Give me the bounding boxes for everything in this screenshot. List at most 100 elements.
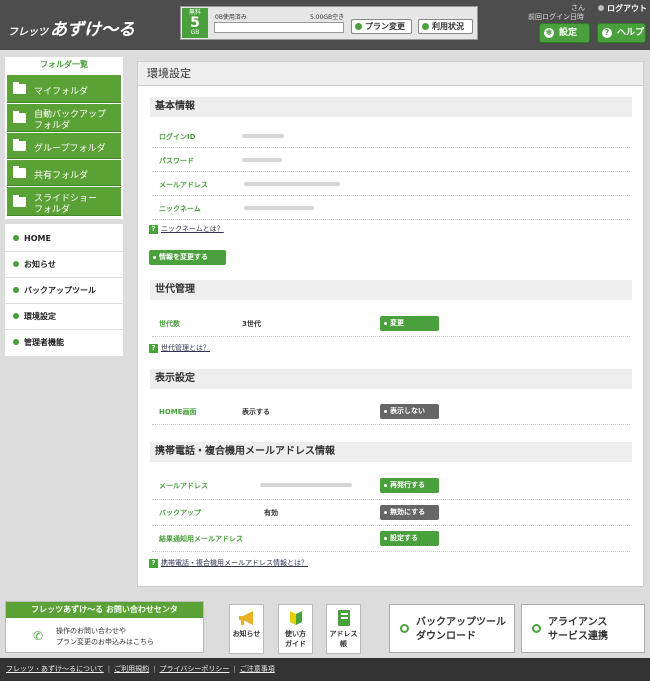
folder-list-title: フォルダ一覧: [40, 60, 88, 69]
beginner-mark-icon: [289, 611, 302, 625]
row-label: メールアドレス: [159, 482, 208, 490]
quota-progress-bar: [214, 22, 344, 33]
logo-main-text: あずけ〜る: [50, 20, 135, 40]
folder-icon: [13, 195, 26, 207]
help-label: ヘルプ: [617, 28, 645, 38]
plan-change-button[interactable]: プラン変更: [351, 19, 412, 34]
mobile-email-help-link[interactable]: ? 携帯電話・複合機用メールアドレス情報とは？: [149, 558, 308, 568]
bullet-icon: [13, 261, 19, 267]
settings-button[interactable]: ✱ 設定: [539, 23, 590, 43]
big-button-line-2: サービス連携: [548, 631, 608, 642]
folder-label: グループフォルダ: [34, 144, 106, 154]
help-button[interactable]: ? ヘルプ: [597, 23, 646, 43]
footer-separator: |: [233, 665, 236, 673]
big-button-line-2: ダウンロード: [416, 631, 476, 642]
menu-item-settings[interactable]: 環境設定: [5, 304, 123, 330]
section-generation: 世代管理: [148, 280, 632, 300]
menu-label: お知らせ: [24, 260, 56, 269]
question-icon: ?: [149, 225, 158, 234]
address-book-tile[interactable]: アドレス帳: [326, 604, 361, 654]
disable-backup-button[interactable]: 無効にする: [380, 505, 439, 520]
row-value: 有効: [264, 509, 278, 517]
menu-item-news[interactable]: お知らせ: [5, 252, 123, 278]
folder-auto-backup[interactable]: 自動バックアップ フォルダ: [7, 104, 121, 132]
contact-title: フレッツあずけ〜る お問い合わせセンタ: [6, 602, 203, 618]
button-label: 情報を変更する: [159, 253, 208, 261]
folder-icon: [13, 166, 26, 178]
folder-my[interactable]: マイフォルダ: [7, 75, 121, 103]
bullet-icon: [13, 287, 19, 293]
bullet-icon: [384, 537, 387, 540]
section-mobile-email: 携帯電話・複合機用メールアドレス情報: [148, 442, 632, 462]
logout-icon: [598, 5, 604, 11]
button-label: 無効にする: [390, 508, 426, 516]
reissue-button[interactable]: 再発行する: [380, 478, 439, 493]
menu-label: 管理者機能: [24, 338, 64, 347]
last-login: 前回ログイン日時: [528, 13, 584, 21]
footer-link-terms[interactable]: ご利用規約: [114, 665, 149, 673]
logout-link[interactable]: ログアウト: [598, 3, 647, 14]
row-password: パスワード: [152, 149, 630, 172]
arrow-circle-icon: [400, 624, 409, 633]
address-book-icon: [337, 610, 350, 626]
folder-label-2: フォルダ: [34, 121, 71, 131]
generation-help-link[interactable]: ? 世代管理とは？: [149, 343, 210, 353]
bullet-icon: [13, 339, 19, 345]
quota-badge-unit: GB: [190, 29, 200, 36]
news-tile[interactable]: お知らせ: [229, 604, 264, 654]
guide-tile[interactable]: 使い方 ガイド: [278, 604, 313, 654]
menu-item-backup-tool[interactable]: バックアップツール: [5, 278, 123, 304]
masked-value: [244, 182, 340, 186]
menu-label: HOME: [24, 234, 51, 243]
footer-links: フレッツ・あずけ〜るについて | ご利用規約 | プライバシーポリシー | ご注意事項: [6, 664, 279, 674]
logo[interactable]: フレッツ あずけ〜る: [8, 15, 135, 40]
button-label: 再発行する: [390, 481, 425, 489]
folder-shared[interactable]: 共有フォルダ: [7, 160, 121, 186]
megaphone-icon: [238, 611, 253, 625]
tile-label-2: 帳: [340, 640, 347, 648]
usage-status-button[interactable]: 利用状況: [418, 19, 473, 34]
plan-change-icon: [355, 23, 362, 30]
row-nickname: ニックネーム: [152, 197, 630, 220]
footer-link-privacy[interactable]: プライバシーポリシー: [160, 665, 230, 673]
set-notify-email-button[interactable]: 設定する: [380, 531, 439, 546]
folder-group[interactable]: グループフォルダ: [7, 133, 121, 159]
big-button-line-1: バックアップツール: [416, 617, 506, 628]
backup-tool-download-button[interactable]: バックアップツール ダウンロード: [389, 604, 515, 653]
usage-status-label: 利用状況: [432, 22, 464, 31]
row-email: メールアドレス: [152, 173, 630, 196]
change-generation-button[interactable]: 変更: [380, 316, 439, 331]
masked-value: [244, 206, 314, 210]
bullet-icon: [384, 511, 387, 514]
big-button-text: アライアンス サービス連携: [548, 616, 608, 644]
folder-slideshow[interactable]: スライドショー フォルダ: [7, 187, 121, 216]
masked-value: [260, 483, 352, 487]
bullet-icon: [384, 322, 387, 325]
menu-item-home[interactable]: HOME: [5, 226, 123, 252]
footer-link-about[interactable]: フレッツ・あずけ〜るについて: [6, 665, 104, 673]
menu-item-admin[interactable]: 管理者機能: [5, 330, 123, 356]
folder-icon: [13, 82, 26, 94]
row-value: 3世代: [242, 320, 261, 328]
logout-label: ログアウト: [607, 4, 647, 13]
row-label: バックアップ: [159, 509, 201, 517]
menu-label: バックアップツール: [24, 286, 96, 295]
quota-used: 0B使用済み: [215, 14, 247, 21]
hide-home-button[interactable]: 表示しない: [380, 404, 439, 419]
tile-label-2: ガイド: [285, 640, 306, 648]
logo-small-text: フレッツ: [8, 27, 48, 38]
contact-text: 操作のお問い合わせや プラン変更のお申込みはこちら: [56, 626, 154, 648]
alliance-service-button[interactable]: アライアンス サービス連携: [521, 604, 645, 653]
contact-line-1: 操作のお問い合わせや: [56, 627, 126, 635]
section-basic-info: 基本情報: [148, 97, 632, 117]
gear-icon: ✱: [544, 28, 554, 38]
row-value: 表示する: [242, 408, 270, 416]
help-text: 世代管理とは？: [161, 344, 210, 352]
arrow-circle-icon: [532, 624, 541, 633]
section-display: 表示設定: [148, 369, 632, 389]
edit-info-button[interactable]: 情報を変更する: [149, 250, 226, 265]
tile-label: 使い方: [285, 630, 306, 638]
footer-link-notes[interactable]: ご注意事項: [240, 665, 275, 673]
page-title: 環境設定: [138, 62, 643, 86]
nickname-help-link[interactable]: ? ニックネームとは？: [149, 224, 224, 234]
